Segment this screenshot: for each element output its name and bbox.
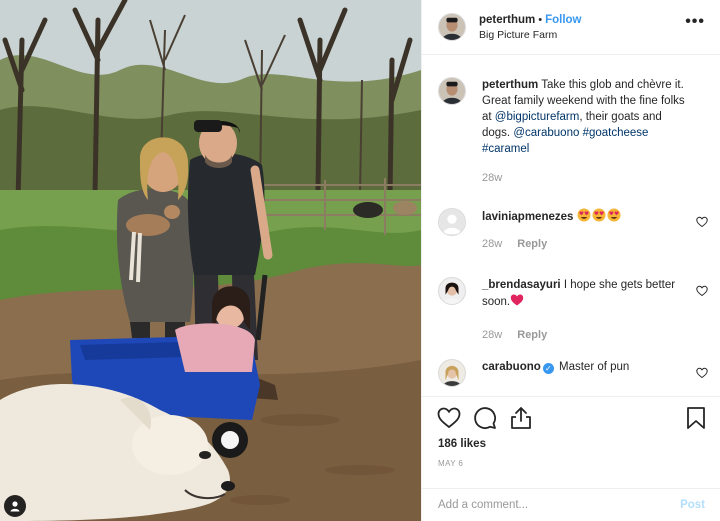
instagram-post: peterthum • Follow Big Picture Farm ••• pe…: [0, 0, 720, 521]
post-photo[interactable]: [0, 0, 421, 521]
post-side-panel: peterthum • Follow Big Picture Farm ••• pe…: [421, 0, 720, 521]
red-heart-emoji: [510, 294, 524, 306]
comment-timestamp[interactable]: 28w: [482, 329, 502, 341]
verified-badge-icon: ✓: [542, 363, 554, 374]
follow-button[interactable]: Follow: [545, 14, 581, 26]
comment-username[interactable]: carabuono: [482, 361, 541, 373]
action-icons: [436, 405, 534, 431]
post-location[interactable]: Big Picture Farm: [479, 28, 582, 43]
comment-timestamp[interactable]: 28w: [482, 238, 502, 250]
header-username[interactable]: peterthum: [479, 14, 535, 26]
heart-icon[interactable]: [436, 405, 462, 431]
post-comment-button[interactable]: Post: [680, 499, 705, 511]
avatar[interactable]: [438, 359, 466, 387]
mention-link[interactable]: @carabuono: [513, 127, 579, 139]
hashtag-link[interactable]: #goatcheese: [583, 127, 649, 139]
comment-item: carabuono ✓ Master of pun: [438, 359, 708, 387]
comment-username[interactable]: laviniapmenezes: [482, 211, 573, 223]
caption: peterthum Take this glob and chèvre it. …: [438, 77, 708, 185]
caption-text-1: Take this glob and chèvre it.: [541, 79, 684, 91]
separator-dot: •: [538, 13, 543, 26]
caption-body: peterthum Take this glob and chèvre it. …: [482, 77, 687, 185]
comment-like-heart-icon[interactable]: [696, 367, 708, 379]
comment-icon[interactable]: [472, 405, 498, 431]
farm-family-photo: [0, 0, 421, 521]
comment-body: carabuono ✓ Master of pun: [482, 359, 687, 387]
mention-link[interactable]: @bigpicturefarm: [495, 111, 580, 123]
comment-item: laviniapmenezes 28w Reply: [438, 208, 708, 251]
likes-count[interactable]: 186 likes: [438, 438, 486, 450]
comment-like-heart-icon[interactable]: [696, 285, 708, 297]
comment-like-heart-icon[interactable]: [696, 216, 708, 228]
post-actions: 186 likes MAY 6: [422, 396, 720, 468]
add-comment-bar: Post: [422, 488, 720, 521]
share-icon[interactable]: [508, 405, 534, 431]
avatar[interactable]: [438, 13, 466, 41]
avatar[interactable]: [438, 208, 466, 236]
bookmark-icon[interactable]: [685, 406, 707, 430]
caption-username[interactable]: peterthum: [482, 79, 538, 91]
user-tag-icon[interactable]: [4, 495, 26, 517]
comment-item: _brendasayuri I hope she gets better soo…: [438, 277, 708, 342]
more-options-icon[interactable]: •••: [685, 14, 705, 30]
comments-list: peterthum Take this glob and chèvre it. …: [422, 56, 720, 396]
comment-body: laviniapmenezes 28w Reply: [482, 208, 687, 251]
caption-timestamp[interactable]: 28w: [482, 172, 502, 184]
hashtag-link[interactable]: #caramel: [482, 143, 529, 155]
reply-button[interactable]: Reply: [517, 238, 547, 250]
header-text: peterthum • Follow Big Picture Farm: [479, 12, 582, 43]
heart-eyes-emoji: [577, 208, 591, 222]
comment-input[interactable]: [438, 499, 681, 511]
heart-eyes-emoji: [607, 208, 621, 222]
avatar[interactable]: [438, 77, 466, 105]
reply-button[interactable]: Reply: [517, 329, 547, 341]
post-date[interactable]: MAY 6: [438, 459, 463, 468]
heart-eyes-emoji: [592, 208, 606, 222]
comment-username[interactable]: _brendasayuri: [482, 279, 561, 291]
avatar[interactable]: [438, 277, 466, 305]
comment-body: _brendasayuri I hope she gets better soo…: [482, 277, 687, 342]
post-header: peterthum • Follow Big Picture Farm •••: [422, 0, 720, 55]
comment-text: Master of pun: [559, 361, 630, 373]
